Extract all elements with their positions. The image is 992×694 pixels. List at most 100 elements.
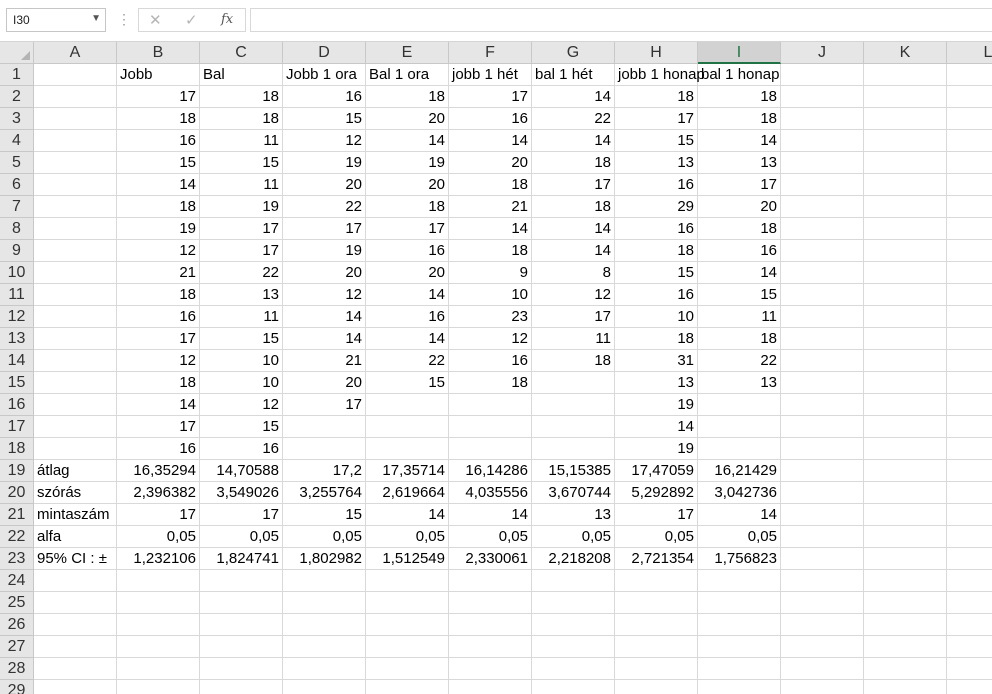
cell-f29[interactable]: [449, 680, 532, 694]
cell-g8[interactable]: 14: [532, 218, 615, 240]
cell-l14[interactable]: [947, 350, 992, 372]
chevron-down-icon[interactable]: ▼: [91, 13, 101, 24]
cell-f14[interactable]: 16: [449, 350, 532, 372]
cell-h15[interactable]: 13: [615, 372, 698, 394]
cell-f27[interactable]: [449, 636, 532, 658]
column-header-b[interactable]: B: [117, 42, 200, 64]
cell-i25[interactable]: [698, 592, 781, 614]
cell-c5[interactable]: 15: [200, 152, 283, 174]
formula-input[interactable]: [250, 8, 992, 32]
row-header[interactable]: 2: [0, 86, 34, 108]
cell-e19[interactable]: 17,35714: [366, 460, 449, 482]
cell-i13[interactable]: 18: [698, 328, 781, 350]
cell-e2[interactable]: 18: [366, 86, 449, 108]
cell-k17[interactable]: [864, 416, 947, 438]
cell-f6[interactable]: 18: [449, 174, 532, 196]
cell-i16[interactable]: [698, 394, 781, 416]
cell-f11[interactable]: 10: [449, 284, 532, 306]
cell-h6[interactable]: 16: [615, 174, 698, 196]
cell-f23[interactable]: 2,330061: [449, 548, 532, 570]
column-header-e[interactable]: E: [366, 42, 449, 64]
cell-k15[interactable]: [864, 372, 947, 394]
row-header[interactable]: 17: [0, 416, 34, 438]
cell-c15[interactable]: 10: [200, 372, 283, 394]
column-header-f[interactable]: F: [449, 42, 532, 64]
cell-j17[interactable]: [781, 416, 864, 438]
cell-b12[interactable]: 16: [117, 306, 200, 328]
cell-k18[interactable]: [864, 438, 947, 460]
cell-b8[interactable]: 19: [117, 218, 200, 240]
cell-j4[interactable]: [781, 130, 864, 152]
cell-g25[interactable]: [532, 592, 615, 614]
cell-b16[interactable]: 14: [117, 394, 200, 416]
cell-a18[interactable]: [34, 438, 117, 460]
cell-a16[interactable]: [34, 394, 117, 416]
cell-b9[interactable]: 12: [117, 240, 200, 262]
cell-e3[interactable]: 20: [366, 108, 449, 130]
cell-k19[interactable]: [864, 460, 947, 482]
cell-h21[interactable]: 17: [615, 504, 698, 526]
cell-f8[interactable]: 14: [449, 218, 532, 240]
cell-d18[interactable]: [283, 438, 366, 460]
cell-d7[interactable]: 22: [283, 196, 366, 218]
cell-f18[interactable]: [449, 438, 532, 460]
cell-k29[interactable]: [864, 680, 947, 694]
cell-l21[interactable]: [947, 504, 992, 526]
cell-d3[interactable]: 15: [283, 108, 366, 130]
cell-h27[interactable]: [615, 636, 698, 658]
cell-e29[interactable]: [366, 680, 449, 694]
cell-a27[interactable]: [34, 636, 117, 658]
column-header-i[interactable]: I: [698, 42, 781, 64]
cell-e17[interactable]: [366, 416, 449, 438]
cell-j26[interactable]: [781, 614, 864, 636]
cell-c24[interactable]: [200, 570, 283, 592]
cell-a25[interactable]: [34, 592, 117, 614]
cell-j20[interactable]: [781, 482, 864, 504]
cell-g14[interactable]: 18: [532, 350, 615, 372]
row-header[interactable]: 27: [0, 636, 34, 658]
column-header-a[interactable]: A: [34, 42, 117, 64]
cell-l6[interactable]: [947, 174, 992, 196]
cell-d2[interactable]: 16: [283, 86, 366, 108]
check-icon[interactable]: ✓: [185, 11, 198, 29]
cell-k12[interactable]: [864, 306, 947, 328]
cell-i19[interactable]: 16,21429: [698, 460, 781, 482]
cell-e21[interactable]: 14: [366, 504, 449, 526]
cell-c21[interactable]: 17: [200, 504, 283, 526]
cell-k6[interactable]: [864, 174, 947, 196]
cell-g5[interactable]: 18: [532, 152, 615, 174]
cell-a11[interactable]: [34, 284, 117, 306]
cell-h9[interactable]: 18: [615, 240, 698, 262]
cell-l19[interactable]: [947, 460, 992, 482]
cell-i6[interactable]: 17: [698, 174, 781, 196]
cell-g19[interactable]: 15,15385: [532, 460, 615, 482]
column-header-l[interactable]: L: [947, 42, 992, 64]
cell-k8[interactable]: [864, 218, 947, 240]
cell-d29[interactable]: [283, 680, 366, 694]
cell-g3[interactable]: 22: [532, 108, 615, 130]
row-header[interactable]: 26: [0, 614, 34, 636]
cell-h26[interactable]: [615, 614, 698, 636]
cell-g22[interactable]: 0,05: [532, 526, 615, 548]
cell-d6[interactable]: 20: [283, 174, 366, 196]
cell-j10[interactable]: [781, 262, 864, 284]
cell-g7[interactable]: 18: [532, 196, 615, 218]
cell-d4[interactable]: 12: [283, 130, 366, 152]
row-header[interactable]: 18: [0, 438, 34, 460]
cell-e22[interactable]: 0,05: [366, 526, 449, 548]
cell-f5[interactable]: 20: [449, 152, 532, 174]
cell-d1[interactable]: Jobb 1 ora: [283, 64, 366, 86]
cell-h7[interactable]: 29: [615, 196, 698, 218]
cell-a22[interactable]: alfa: [34, 526, 117, 548]
cell-j14[interactable]: [781, 350, 864, 372]
cell-b21[interactable]: 17: [117, 504, 200, 526]
cell-i29[interactable]: [698, 680, 781, 694]
cell-h8[interactable]: 16: [615, 218, 698, 240]
cell-j18[interactable]: [781, 438, 864, 460]
cell-k22[interactable]: [864, 526, 947, 548]
cell-l18[interactable]: [947, 438, 992, 460]
cell-j12[interactable]: [781, 306, 864, 328]
cell-l3[interactable]: [947, 108, 992, 130]
cell-a10[interactable]: [34, 262, 117, 284]
row-header[interactable]: 7: [0, 196, 34, 218]
